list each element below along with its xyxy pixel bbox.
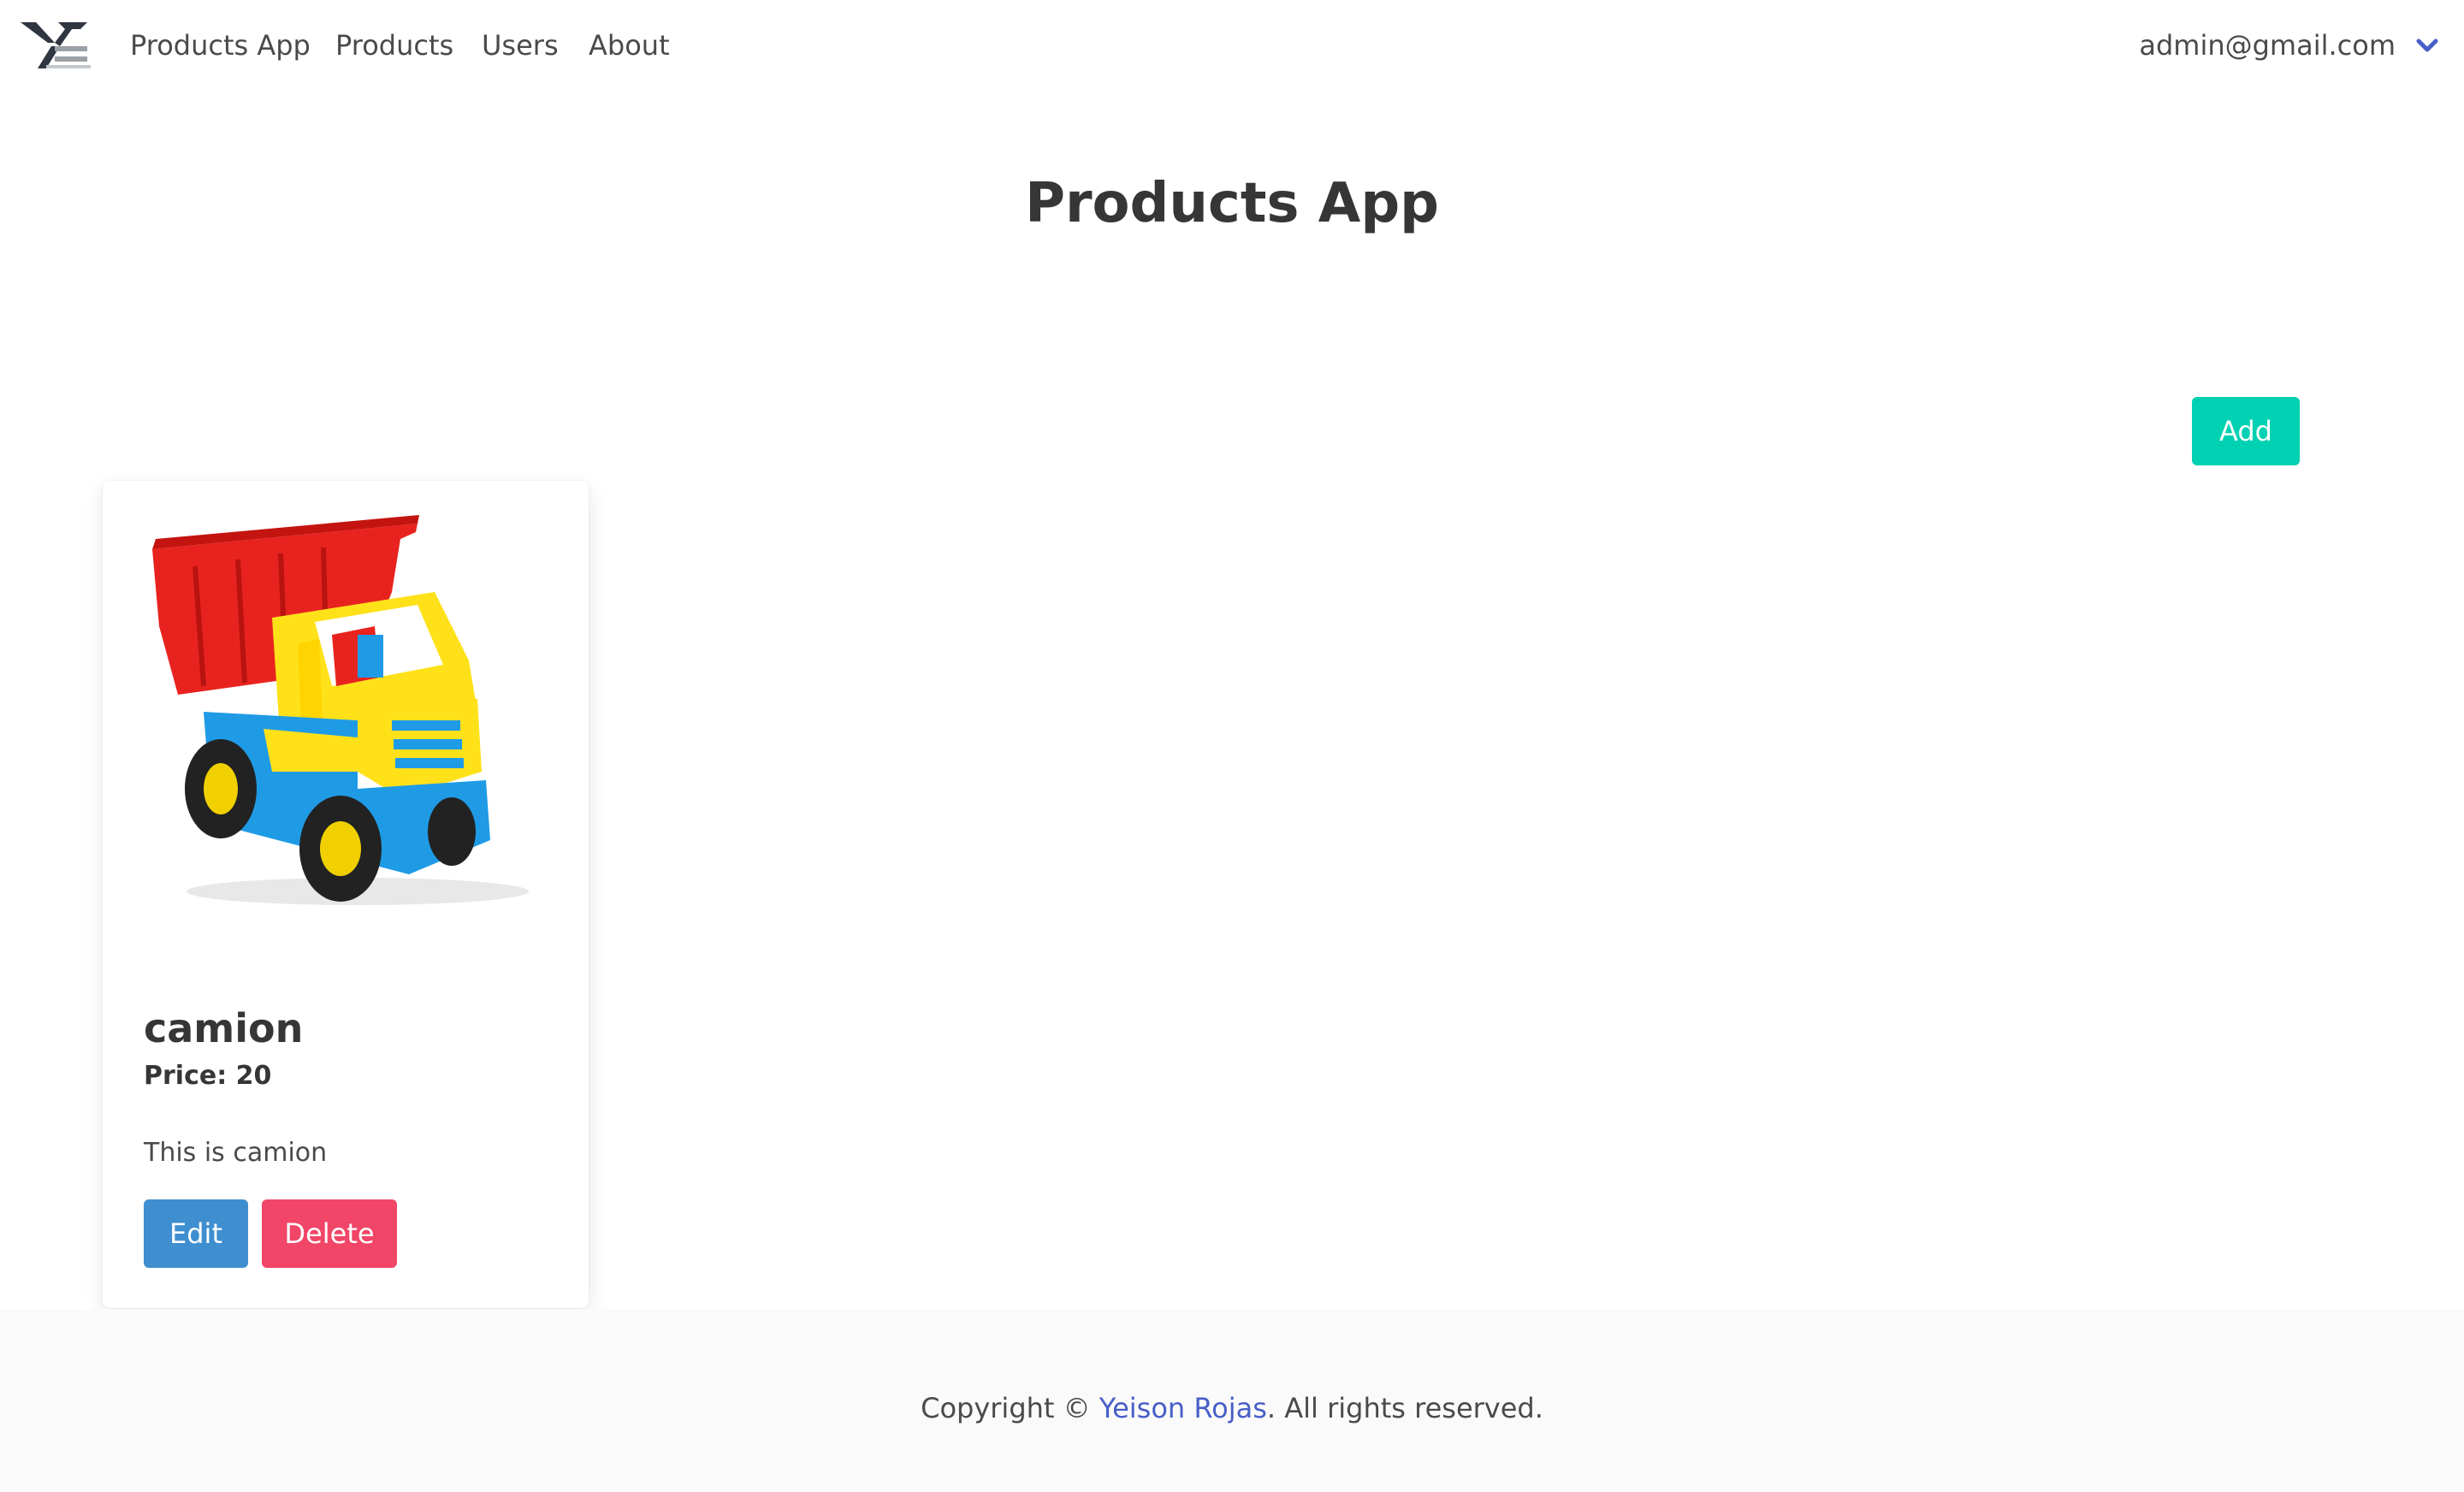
chevron-down-icon[interactable] [2414,33,2440,58]
product-image [152,515,529,905]
nav-item-about[interactable]: About [589,24,670,67]
product-description: This is camion [144,1138,328,1168]
copyright-text: Copyright © Yeison Rojas. All rights res… [0,1389,2464,1427]
footer: Copyright © Yeison Rojas. All rights res… [0,1309,2464,1492]
copyright-prefix: Copyright © [921,1392,1099,1424]
nav-item-products-app[interactable]: Products App [130,24,311,67]
user-menu[interactable]: admin@gmail.com [2139,24,2440,67]
copyright-suffix: . All rights reserved. [1266,1392,1543,1424]
brand-logo-icon[interactable] [21,21,91,70]
nav-item-products[interactable]: Products [335,24,453,67]
user-email: admin@gmail.com [2139,29,2396,62]
delete-button[interactable]: Delete [262,1199,397,1268]
nav-item-users[interactable]: Users [482,24,559,67]
product-price: Price: 20 [144,1061,272,1091]
product-name: camion [144,1005,304,1051]
navbar: Products App Products Users About admin@… [0,0,2464,90]
author-link[interactable]: Yeison Rojas [1099,1392,1267,1424]
page: Products App Products Users About admin@… [0,0,2464,1492]
product-card: camion Price: 20 This is camion Edit Del… [103,481,589,1308]
edit-button[interactable]: Edit [144,1199,248,1268]
page-title: Products App [1025,172,1439,235]
add-product-button[interactable]: Add [2192,397,2300,465]
